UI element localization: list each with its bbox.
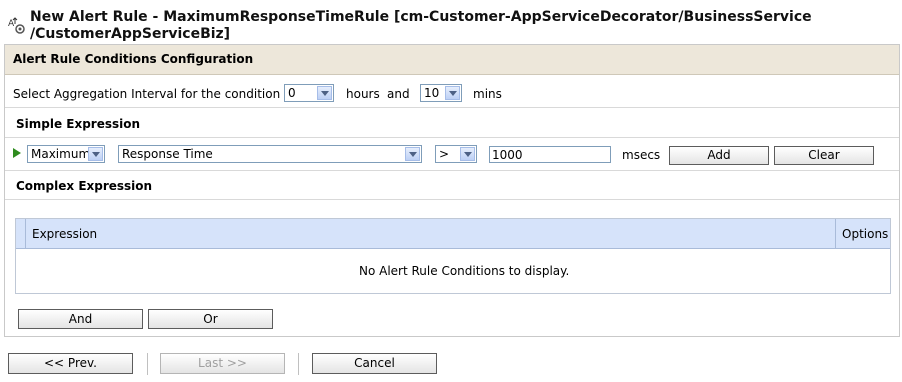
unit-label: msecs — [622, 148, 661, 162]
hours-select-value: 0 — [288, 86, 296, 100]
function-select[interactable]: Maximum — [27, 145, 105, 163]
chevron-down-icon[interactable] — [445, 86, 460, 100]
cancel-button[interactable]: Cancel — [312, 353, 437, 374]
hours-select[interactable]: 0 — [284, 84, 334, 102]
column-header-options[interactable]: Options — [842, 227, 888, 241]
add-button[interactable]: Add — [669, 146, 769, 165]
hours-label: hours — [346, 87, 380, 101]
column-header-expression[interactable]: Expression — [32, 227, 97, 241]
divider — [298, 353, 299, 375]
complex-expression-heading: Complex Expression — [16, 179, 153, 193]
clear-button[interactable]: Clear — [774, 146, 874, 165]
simple-expression-heading: Simple Expression — [16, 117, 141, 131]
operator-select[interactable]: > — [435, 145, 477, 163]
divider — [5, 170, 899, 171]
prev-button[interactable]: << Prev. — [8, 353, 133, 374]
empty-table-message: No Alert Rule Conditions to display. — [359, 264, 570, 278]
last-button[interactable]: Last >> — [160, 353, 285, 374]
column-divider — [25, 219, 26, 249]
chevron-down-icon[interactable] — [460, 147, 475, 161]
and-button[interactable]: And — [18, 309, 143, 329]
operator-select-value: > — [439, 147, 450, 161]
aggregation-label: Select Aggregation Interval for the cond… — [13, 87, 289, 101]
threshold-input[interactable] — [489, 146, 611, 163]
or-button[interactable]: Or — [148, 309, 273, 329]
chevron-down-icon[interactable] — [405, 147, 420, 161]
chevron-down-icon[interactable] — [88, 147, 103, 161]
divider — [5, 199, 899, 200]
mins-label: mins — [473, 87, 502, 101]
function-select-value: Maximum — [31, 147, 91, 161]
play-icon — [13, 148, 21, 158]
table-header — [16, 219, 890, 249]
section-title: Alert Rule Conditions Configuration — [13, 52, 254, 66]
divider — [5, 137, 899, 138]
chevron-down-icon[interactable] — [317, 86, 332, 100]
metric-select-value: Response Time — [122, 147, 213, 161]
mins-select[interactable]: 10 — [420, 84, 462, 102]
column-divider — [835, 219, 836, 249]
divider — [147, 353, 148, 375]
and-label: and — [387, 87, 410, 101]
alert-rule-icon: A — [8, 16, 28, 36]
metric-select[interactable]: Response Time — [118, 145, 422, 163]
divider — [5, 107, 899, 108]
page-title: New Alert Rule - MaximumResponseTimeRule… — [30, 9, 812, 42]
svg-text:A: A — [8, 19, 15, 29]
mins-select-value: 10 — [424, 86, 440, 100]
